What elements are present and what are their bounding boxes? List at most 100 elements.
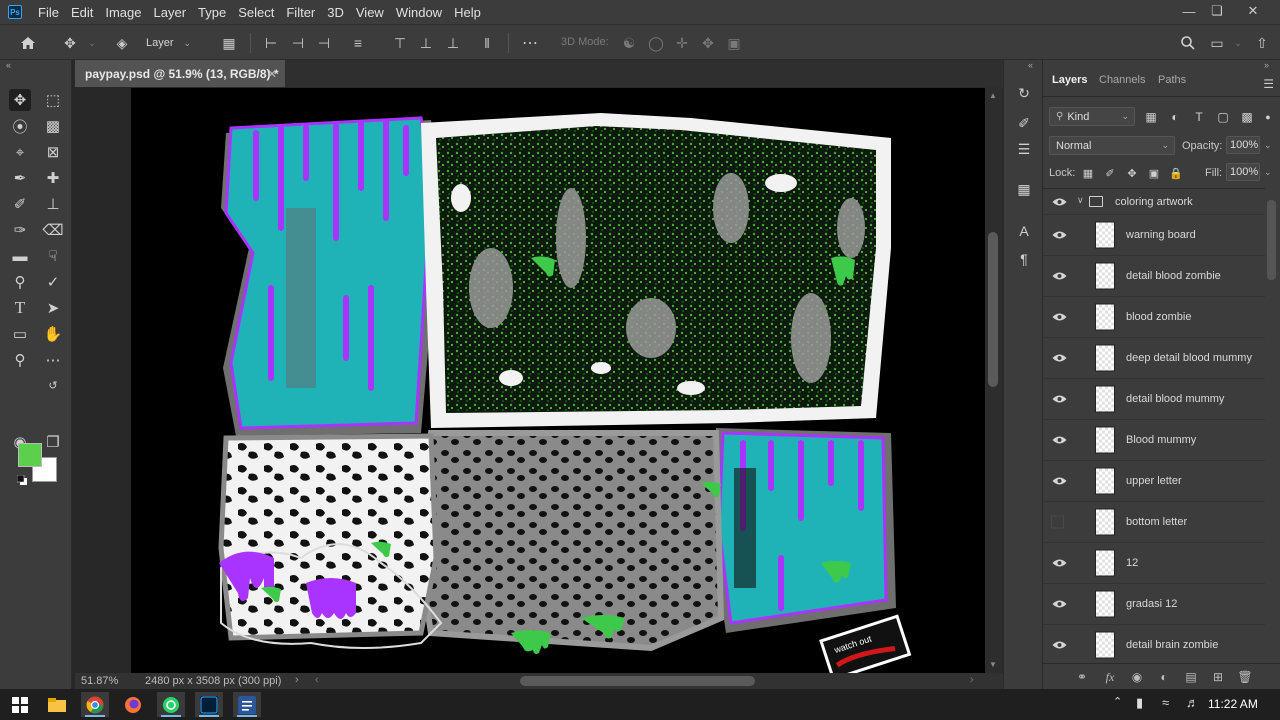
link-layers-icon[interactable]: ⚭ — [1073, 669, 1091, 685]
layer-row[interactable]: detail brain zombie — [1043, 625, 1265, 660]
align-left-icon[interactable]: ⊢ — [261, 33, 281, 53]
layer-row[interactable]: upper letter — [1043, 461, 1265, 502]
layer-filter-kind[interactable]: ⚲ Kind ⌄ — [1049, 107, 1135, 126]
menu-edit[interactable]: Edit — [65, 5, 99, 20]
align-top-icon[interactable]: ⊤ — [390, 33, 410, 53]
align-right-icon[interactable]: ⊣ — [314, 33, 334, 53]
menu-help[interactable]: Help — [448, 5, 487, 20]
opacity-input[interactable]: 100% — [1226, 136, 1260, 154]
wifi-icon[interactable]: ≈ — [1162, 695, 1169, 710]
filter-shape-icon[interactable]: ▢ — [1214, 108, 1232, 126]
align-middle-icon[interactable]: ⊥ — [416, 33, 436, 53]
visibility-eye-icon[interactable] — [1051, 473, 1067, 489]
hand-tool-icon[interactable]: ✋ — [42, 323, 64, 345]
eyedropper-tool-icon[interactable]: ✒ — [9, 167, 31, 189]
lock-position-icon[interactable]: ✥ — [1124, 165, 1140, 181]
layer-row[interactable]: detail blood mummy — [1043, 379, 1265, 420]
more-tools-icon[interactable]: ⋯ — [42, 349, 64, 371]
visibility-eye-icon[interactable] — [1051, 637, 1067, 653]
tab-channels[interactable]: Channels — [1099, 74, 1145, 86]
blend-mode-select[interactable]: Normal ⌄ — [1049, 136, 1175, 155]
filter-adjustment-icon[interactable]: ◐ — [1166, 108, 1184, 126]
distribute-vertical-icon[interactable]: ‖ — [477, 33, 497, 53]
crop-tool-icon[interactable]: ⌖ — [9, 141, 31, 163]
filter-pixel-icon[interactable]: ▦ — [1142, 108, 1160, 126]
system-clock[interactable]: 11:22 AM — [1208, 697, 1258, 711]
restore-icon[interactable]: ❏ — [1200, 0, 1234, 22]
adjustments-icon[interactable]: ☰ — [1013, 138, 1035, 160]
tab-layers[interactable]: Layers — [1052, 74, 1087, 86]
menu-view[interactable]: View — [350, 5, 390, 20]
move-tool-icon[interactable]: ✥ — [9, 89, 31, 111]
path-selection-tool-icon[interactable]: ➤ — [42, 297, 64, 319]
lasso-tool-icon[interactable]: ⦿ — [9, 115, 31, 137]
more-options-icon[interactable]: ⋯ — [520, 33, 540, 53]
menu-file[interactable]: File — [32, 5, 65, 20]
healing-brush-tool-icon[interactable]: ✚ — [42, 167, 64, 189]
zoom-tool-icon[interactable]: ⚲ — [9, 349, 31, 371]
foreground-color-swatch[interactable] — [18, 443, 42, 467]
photoshop-taskbar-icon[interactable] — [195, 692, 223, 717]
workspace-icon[interactable]: ▭ — [1207, 33, 1227, 53]
object-selection-tool-icon[interactable]: ▩ — [42, 115, 64, 137]
vertical-scrollbar[interactable]: ▲ ▼ — [985, 87, 1002, 673]
word-icon[interactable] — [233, 692, 261, 717]
chevron-down-icon[interactable]: ⌄ — [1228, 33, 1248, 53]
menu-layer[interactable]: Layer — [148, 5, 193, 20]
share-icon[interactable]: ⇧ — [1252, 33, 1272, 53]
character-icon[interactable]: A — [1013, 220, 1035, 242]
menu-select[interactable]: Select — [232, 5, 280, 20]
scroll-right-icon[interactable]: › — [970, 674, 974, 686]
collapse-panel-icon[interactable]: » — [1264, 60, 1269, 70]
align-center-icon[interactable]: ⊣ — [288, 33, 308, 53]
artwork-canvas[interactable]: watch out — [131, 88, 985, 673]
close-tab-icon[interactable]: ✕ — [267, 67, 277, 81]
menu-image[interactable]: Image — [99, 5, 147, 20]
layers-scroll-thumb[interactable] — [1267, 200, 1276, 280]
layer-row[interactable]: 12 — [1043, 543, 1265, 584]
menu-type[interactable]: Type — [192, 5, 232, 20]
layer-row[interactable]: bottom letter — [1043, 502, 1265, 543]
search-icon[interactable] — [1178, 33, 1198, 53]
home-icon[interactable] — [18, 33, 38, 53]
lock-all-icon[interactable]: 🔒 — [1168, 165, 1184, 181]
align-bottom-icon[interactable]: ⊥ — [443, 33, 463, 53]
collapse-panel-icon[interactable]: « — [6, 60, 11, 70]
history-brush-tool-icon[interactable]: ✑ — [9, 219, 31, 241]
distribute-icon[interactable]: ≡ — [348, 33, 368, 53]
windows-start-icon[interactable] — [6, 692, 34, 717]
gradient-tool-icon[interactable]: ▬ — [9, 245, 31, 267]
marquee-tool-icon[interactable]: ⬚ — [42, 89, 64, 111]
lock-transparent-icon[interactable]: ▦ — [1080, 165, 1096, 181]
dodge-tool-icon[interactable]: ⚲ — [9, 271, 31, 293]
status-menu-icon[interactable]: › — [295, 674, 299, 686]
visibility-eye-icon[interactable] — [1051, 432, 1067, 448]
chevron-down-icon[interactable]: ⌄ — [1264, 167, 1272, 178]
brush-settings-icon[interactable]: ✐ — [1013, 112, 1035, 134]
layer-row[interactable]: Blood mummy — [1043, 420, 1265, 461]
history-icon[interactable]: ↻ — [1013, 82, 1035, 104]
canvas-area[interactable]: watch out — [75, 87, 985, 673]
scroll-left-icon[interactable]: ‹ — [315, 674, 319, 686]
whatsapp-icon[interactable] — [157, 692, 185, 717]
fill-input[interactable]: 100% — [1226, 163, 1260, 181]
brush-tool-icon[interactable]: ✐ — [9, 193, 31, 215]
visibility-eye-icon[interactable] — [1051, 194, 1067, 210]
transform-controls-icon[interactable]: ▦ — [219, 33, 239, 53]
visibility-eye-icon[interactable] — [1051, 227, 1067, 243]
screen-mode-icon[interactable]: ❐ — [42, 431, 64, 453]
panel-menu-icon[interactable]: ☰ — [1263, 77, 1274, 91]
zoom-level[interactable]: 51.87% — [81, 675, 118, 687]
chevron-down-icon[interactable]: ⌄ — [1264, 140, 1272, 151]
file-explorer-icon[interactable] — [43, 692, 71, 717]
rectangle-tool-icon[interactable]: ▭ — [9, 323, 31, 345]
visibility-eye-icon[interactable] — [1051, 268, 1067, 284]
trash-icon[interactable]: 🗑 — [1236, 669, 1254, 685]
new-group-icon[interactable]: ▤ — [1182, 669, 1200, 685]
visibility-eye-icon[interactable] — [1051, 309, 1067, 325]
filter-toggle-icon[interactable]: ● — [1259, 108, 1277, 126]
menu-filter[interactable]: Filter — [280, 5, 321, 20]
horizontal-scroll-thumb[interactable] — [520, 676, 755, 686]
collapse-panel-icon[interactable]: « — [1028, 60, 1033, 70]
smudge-tool-icon[interactable]: ☟ — [42, 245, 64, 267]
